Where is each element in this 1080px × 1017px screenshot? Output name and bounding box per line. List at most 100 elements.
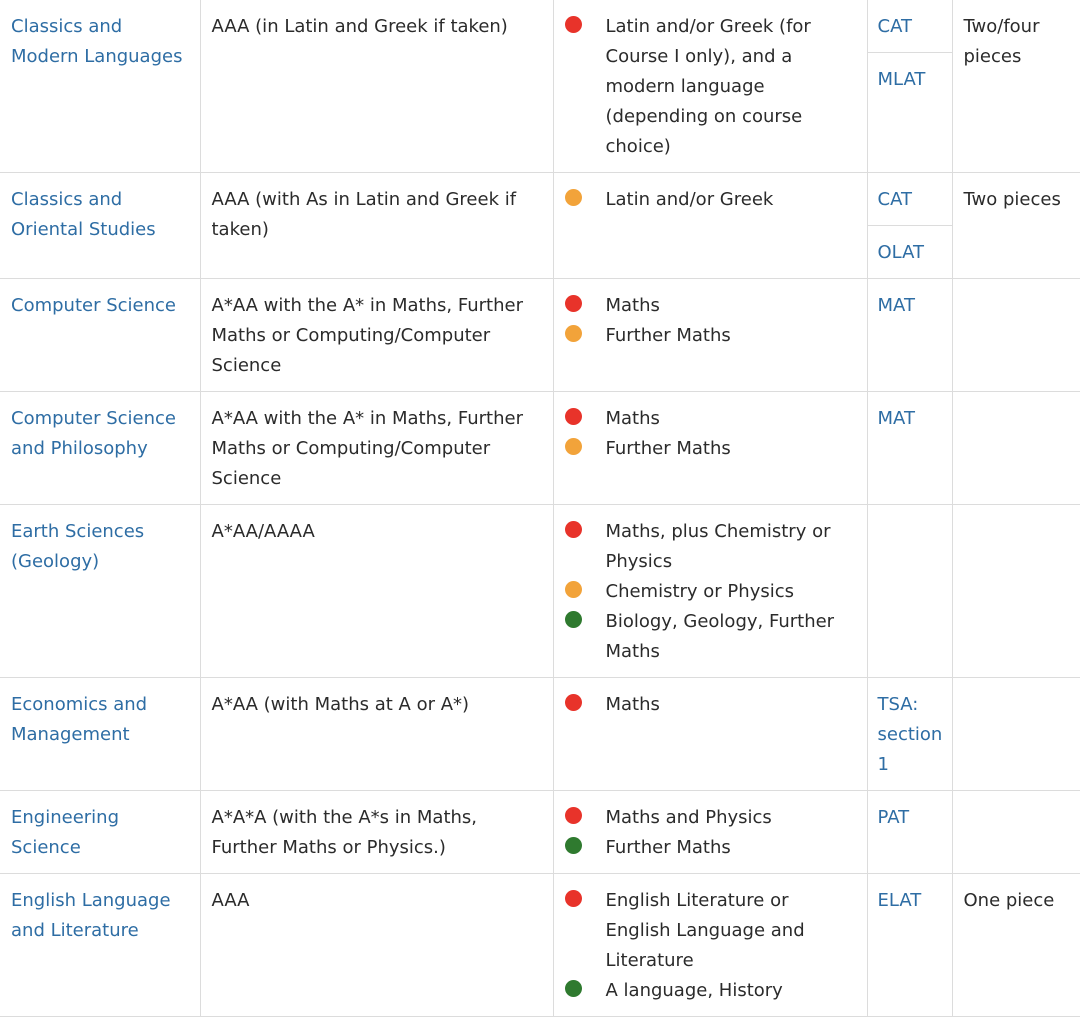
grades-cell: A*AA/AAAA xyxy=(200,505,553,678)
subject-text: Further Maths xyxy=(606,325,731,346)
admissions-test-link[interactable]: TSA: section 1 xyxy=(868,678,952,790)
written-work-text xyxy=(953,791,1080,813)
subject-item: Maths xyxy=(565,690,857,720)
course-link[interactable]: Classics and Oriental Studies xyxy=(0,173,200,255)
subject-item: Chemistry or Physics xyxy=(565,577,857,607)
written-work-cell xyxy=(952,279,1080,392)
course-cell: Economics and Management xyxy=(0,678,200,791)
course-link[interactable]: Computer Science and Philosophy xyxy=(0,392,200,474)
subjects-cell: Maths Further Maths xyxy=(553,279,867,392)
subjects-cell: Maths, plus Chemistry or PhysicsChemistr… xyxy=(553,505,867,678)
admissions-test-link[interactable]: MAT xyxy=(868,392,952,444)
subject-item: Further Maths xyxy=(565,434,857,464)
subject-text: Maths and Physics xyxy=(606,807,772,828)
grades-text: A*A*A (with the A*s in Maths, Further Ma… xyxy=(201,791,553,873)
written-work-text xyxy=(953,505,1080,527)
admissions-test-cell: TSA: section 1 xyxy=(867,678,952,791)
table-row: Economics and ManagementA*AA (with Maths… xyxy=(0,678,1080,791)
subject-item: English Literature or English Language a… xyxy=(565,886,857,976)
admissions-test-cell: PAT xyxy=(867,791,952,874)
grades-text: A*AA (with Maths at A or A*) xyxy=(201,678,553,730)
subject-text: Maths xyxy=(606,408,660,429)
subjects-list: Maths and Physics Further Maths xyxy=(554,791,867,873)
admissions-test-cell: CATOLAT xyxy=(867,173,952,279)
written-work-cell xyxy=(952,505,1080,678)
written-work-cell: One piece xyxy=(952,874,1080,1017)
subjects-cell: Maths and Physics Further Maths xyxy=(553,791,867,874)
written-work-cell: Two pieces xyxy=(952,173,1080,279)
table-body: Classics and Modern LanguagesAAA (in Lat… xyxy=(0,0,1080,1017)
subject-item: Maths, plus Chemistry or Physics xyxy=(565,517,857,577)
course-cell: Earth Sciences (Geology) xyxy=(0,505,200,678)
subject-item: Further Maths xyxy=(565,321,857,351)
subject-text: English Literature or English Language a… xyxy=(606,890,805,971)
course-link[interactable]: Computer Science xyxy=(0,279,200,331)
table-row: Earth Sciences (Geology)A*AA/AAAAMaths, … xyxy=(0,505,1080,678)
essential-dot-icon xyxy=(565,694,582,711)
grades-text: A*AA/AAAA xyxy=(201,505,553,557)
admissions-test-link[interactable]: ELAT xyxy=(868,874,952,926)
admissions-test-cell: MAT xyxy=(867,392,952,505)
course-cell: Computer Science xyxy=(0,279,200,392)
admissions-table: Classics and Modern LanguagesAAA (in Lat… xyxy=(0,0,1080,1017)
admissions-test-link[interactable]: CAT xyxy=(868,173,952,225)
subjects-list: Latin and/or Greek (for Course I only), … xyxy=(554,0,867,172)
course-cell: Classics and Oriental Studies xyxy=(0,173,200,279)
table-row: Classics and Oriental StudiesAAA (with A… xyxy=(0,173,1080,279)
admissions-test-cell: MAT xyxy=(867,279,952,392)
admissions-test-link[interactable]: PAT xyxy=(868,791,952,843)
subject-item: Further Maths xyxy=(565,833,857,863)
subject-text: Further Maths xyxy=(606,438,731,459)
subject-item: Biology, Geology, Further Maths xyxy=(565,607,857,667)
subject-item: A language, History xyxy=(565,976,857,1006)
course-link[interactable]: Earth Sciences (Geology) xyxy=(0,505,200,587)
course-link[interactable]: Classics and Modern Languages xyxy=(0,0,200,82)
subjects-list: English Literature or English Language a… xyxy=(554,874,867,1016)
helpful-dot-icon xyxy=(565,980,582,997)
subject-text: Latin and/or Greek (for Course I only), … xyxy=(606,16,811,157)
course-cell: English Language and Literature xyxy=(0,874,200,1017)
written-work-text: Two/four pieces xyxy=(953,0,1080,82)
grades-text: AAA xyxy=(201,874,553,926)
essential-dot-icon xyxy=(565,16,582,33)
subjects-cell: Maths Further Maths xyxy=(553,392,867,505)
grades-cell: A*A*A (with the A*s in Maths, Further Ma… xyxy=(200,791,553,874)
course-link[interactable]: English Language and Literature xyxy=(0,874,200,956)
written-work-text xyxy=(953,392,1080,414)
subject-item: Latin and/or Greek (for Course I only), … xyxy=(565,12,857,162)
subjects-cell: Latin and/or Greek xyxy=(553,173,867,279)
admissions-test-link[interactable]: OLAT xyxy=(868,225,952,278)
written-work-text xyxy=(953,279,1080,301)
admissions-test-link[interactable]: MLAT xyxy=(868,52,952,105)
course-link[interactable]: Economics and Management xyxy=(0,678,200,760)
written-work-cell xyxy=(952,678,1080,791)
subject-item: Maths xyxy=(565,291,857,321)
course-link[interactable]: Engineering Science xyxy=(0,791,200,873)
admissions-test-cell xyxy=(867,505,952,678)
subject-item: Maths xyxy=(565,404,857,434)
grades-cell: AAA xyxy=(200,874,553,1017)
essential-dot-icon xyxy=(565,890,582,907)
grades-text: AAA (in Latin and Greek if taken) xyxy=(201,0,553,52)
written-work-cell: Two/four pieces xyxy=(952,0,1080,173)
subjects-list: Latin and/or Greek xyxy=(554,173,867,225)
essential-dot-icon xyxy=(565,295,582,312)
grades-text: A*AA with the A* in Maths, Further Maths… xyxy=(201,392,553,504)
essential-dot-icon xyxy=(565,807,582,824)
table-row: Computer Science and PhilosophyA*AA with… xyxy=(0,392,1080,505)
essential-dot-icon xyxy=(565,408,582,425)
admissions-test-cell: CATMLAT xyxy=(867,0,952,173)
subjects-list: Maths, plus Chemistry or PhysicsChemistr… xyxy=(554,505,867,677)
table-row: Computer ScienceA*AA with the A* in Math… xyxy=(0,279,1080,392)
table-row: Engineering ScienceA*A*A (with the A*s i… xyxy=(0,791,1080,874)
subject-item: Latin and/or Greek xyxy=(565,185,857,215)
subject-text: Latin and/or Greek xyxy=(606,189,774,210)
admissions-test-link[interactable]: MAT xyxy=(868,279,952,331)
recommended-dot-icon xyxy=(565,325,582,342)
grades-text: AAA (with As in Latin and Greek if taken… xyxy=(201,173,553,255)
grades-cell: AAA (in Latin and Greek if taken) xyxy=(200,0,553,173)
grades-text: A*AA with the A* in Maths, Further Maths… xyxy=(201,279,553,391)
admissions-test-link[interactable]: CAT xyxy=(868,0,952,52)
subjects-list: Maths Further Maths xyxy=(554,279,867,361)
written-work-cell xyxy=(952,791,1080,874)
